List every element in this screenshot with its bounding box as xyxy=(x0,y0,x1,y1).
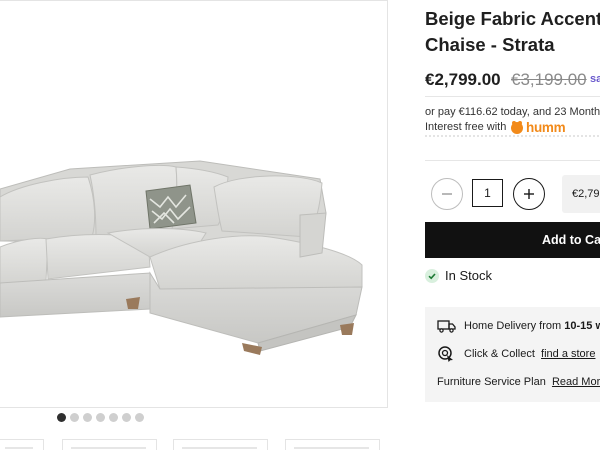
truck-icon xyxy=(437,320,456,333)
quantity-increase-button[interactable] xyxy=(513,178,545,210)
find-store-link[interactable]: find a store xyxy=(541,348,595,360)
divider xyxy=(425,160,600,161)
product-title-line2: Chaise - Strata xyxy=(425,34,555,55)
gallery-dot-7[interactable] xyxy=(135,413,144,422)
gallery-dot-4[interactable] xyxy=(96,413,105,422)
gallery-dot-3[interactable] xyxy=(83,413,92,422)
click-collect-icon xyxy=(438,346,453,362)
product-title-line1: Beige Fabric Accent xyxy=(425,8,600,29)
divider xyxy=(425,96,600,97)
service-plan-row: Furniture Service Plan Read More xyxy=(437,376,600,388)
product-gallery[interactable] xyxy=(0,0,388,408)
click-collect-row: Click & Collect find a store xyxy=(437,345,595,362)
finance-interest-text: Interest free with xyxy=(425,121,507,133)
thumbnail[interactable] xyxy=(285,439,380,450)
thumbnail-strip xyxy=(0,439,388,450)
quantity-decrease-button[interactable] xyxy=(431,178,463,210)
current-price: €2,799.00 xyxy=(425,70,501,89)
gallery-pagination xyxy=(57,413,144,422)
price-summary-chip: €2,79 xyxy=(562,175,600,213)
click-collect-label: Click & Collect xyxy=(464,347,535,360)
finance-underline xyxy=(425,135,600,137)
gallery-dot-6[interactable] xyxy=(122,413,131,422)
thumbnail[interactable] xyxy=(173,439,268,450)
save-label: sa xyxy=(590,73,600,85)
plus-icon xyxy=(524,189,534,199)
minus-icon xyxy=(442,193,452,195)
sofa-image xyxy=(0,160,363,355)
home-delivery-label: Home Delivery from xyxy=(464,320,562,332)
gallery-dot-2[interactable] xyxy=(70,413,79,422)
add-to-cart-button[interactable]: Add to Ca xyxy=(425,222,600,258)
humm-wordmark: humm xyxy=(526,119,566,135)
service-plan-label: Furniture Service Plan xyxy=(437,376,546,388)
check-icon xyxy=(425,268,439,283)
was-price: €3,199.00 xyxy=(511,70,587,89)
thumbnail[interactable] xyxy=(0,439,44,450)
read-more-link[interactable]: Read More xyxy=(552,376,600,388)
thumbnail[interactable] xyxy=(62,439,157,450)
gallery-dot-1[interactable] xyxy=(57,413,66,422)
delivery-info-panel: Home Delivery from 10-15 we Click & Coll… xyxy=(425,307,600,402)
finance-pay-text: or pay €116.62 today, and 23 Monthl xyxy=(425,106,600,118)
stock-label: In Stock xyxy=(445,268,492,283)
humm-logo-icon xyxy=(511,121,523,134)
quantity-input[interactable] xyxy=(472,179,503,207)
home-delivery-days: 10-15 we xyxy=(564,320,600,332)
gallery-dot-5[interactable] xyxy=(109,413,118,422)
home-delivery-row: Home Delivery from 10-15 we xyxy=(437,319,600,333)
stock-status: In Stock xyxy=(425,268,492,283)
product-title: Beige Fabric Accent Chaise - Strata xyxy=(425,6,600,58)
